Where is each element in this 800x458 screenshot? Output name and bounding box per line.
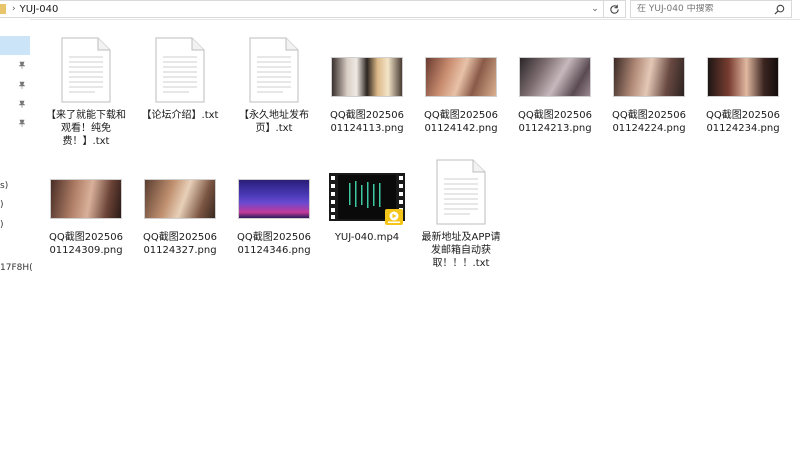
file-item[interactable]: YUJ-040.mp4	[325, 157, 409, 244]
nav-item-fragment[interactable]: )	[0, 220, 4, 230]
nav-item-fragment[interactable]: 17F8H(	[0, 263, 33, 273]
pin-icon	[18, 61, 26, 69]
file-name: QQ截图20250601124309.png	[49, 232, 123, 256]
text-file-icon	[436, 159, 486, 225]
folder-icon	[0, 4, 6, 14]
file-item[interactable]: 【论坛介绍】.txt	[138, 35, 222, 122]
nav-item-fragment[interactable]: )	[0, 200, 4, 210]
file-name: 【来了就能下载和观看！纯免费！】.txt	[46, 110, 126, 147]
file-item[interactable]: 最新地址及APP请发邮箱自动获取！！！.txt	[419, 157, 503, 270]
file-name: QQ截图20250601124224.png	[612, 110, 686, 134]
image-thumbnail	[144, 179, 216, 219]
file-name: QQ截图20250601124113.png	[330, 110, 404, 134]
file-item[interactable]: QQ截图20250601124142.png	[419, 35, 503, 135]
image-thumbnail	[519, 57, 591, 97]
image-thumbnail	[238, 179, 310, 219]
breadcrumb-folder[interactable]: YUJ-040	[20, 4, 59, 15]
file-name: QQ截图20250601124213.png	[518, 110, 592, 134]
file-item[interactable]: 【来了就能下载和观看！纯免费！】.txt	[44, 35, 128, 148]
refresh-icon	[610, 4, 619, 14]
file-item[interactable]: QQ截图20250601124113.png	[325, 35, 409, 135]
search-input[interactable]	[637, 4, 767, 14]
search-icon[interactable]	[774, 4, 785, 15]
file-name: 最新地址及APP请发邮箱自动获取！！！.txt	[421, 232, 501, 269]
address-bar: › YUJ-040 ⌄	[0, 0, 800, 20]
breadcrumb-chevron-icon[interactable]: ›	[12, 4, 16, 14]
search-box[interactable]	[630, 0, 792, 18]
address-dropdown-icon[interactable]: ⌄	[587, 1, 603, 17]
nav-selected-item[interactable]	[0, 36, 30, 55]
navigation-pane: s) ) ) 17F8H(	[0, 19, 33, 458]
image-thumbnail	[707, 57, 779, 97]
file-item[interactable]: QQ截图20250601124213.png	[513, 35, 597, 135]
file-name: 【论坛介绍】.txt	[141, 110, 219, 121]
file-name: QQ截图20250601124142.png	[424, 110, 498, 134]
image-thumbnail	[50, 179, 122, 219]
pin-icon	[18, 119, 26, 127]
text-file-icon	[61, 37, 111, 103]
file-item[interactable]: QQ截图20250601124309.png	[44, 157, 128, 257]
pin-icon	[18, 100, 26, 108]
file-item[interactable]: QQ截图20250601124224.png	[607, 35, 691, 135]
image-thumbnail	[425, 57, 497, 97]
image-thumbnail	[331, 57, 403, 97]
pin-icon	[18, 81, 26, 89]
file-name: QQ截图20250601124234.png	[706, 110, 780, 134]
file-item[interactable]: 【永久地址发布页】.txt	[232, 35, 316, 135]
address-field[interactable]: › YUJ-040 ⌄	[0, 0, 604, 18]
file-name: YUJ-040.mp4	[334, 232, 400, 243]
file-item[interactable]: QQ截图20250601124234.png	[701, 35, 785, 135]
file-name: 【永久地址发布页】.txt	[239, 110, 309, 134]
file-item[interactable]: QQ截图20250601124346.png	[232, 157, 316, 257]
image-thumbnail	[613, 57, 685, 97]
refresh-button[interactable]	[604, 0, 626, 18]
text-file-icon	[155, 37, 205, 103]
file-name: QQ截图20250601124327.png	[143, 232, 217, 256]
nav-item-fragment[interactable]: s)	[0, 181, 8, 191]
media-player-badge-icon	[385, 209, 403, 225]
text-file-icon	[249, 37, 299, 103]
file-name: QQ截图20250601124346.png	[237, 232, 311, 256]
file-item[interactable]: QQ截图20250601124327.png	[138, 157, 222, 257]
